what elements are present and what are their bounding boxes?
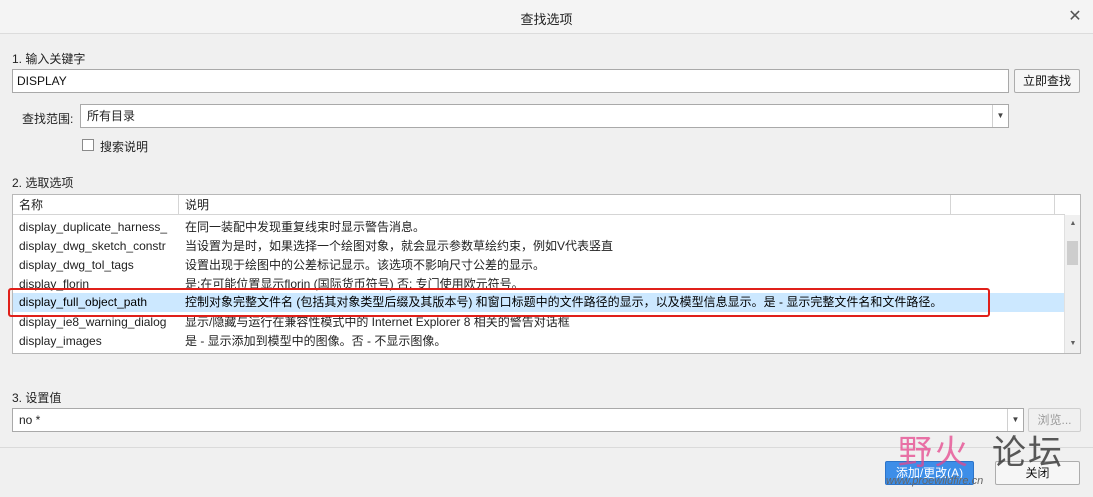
- options-table[interactable]: 名称 说明 display_duplicate_harness_ 在同一装配中发…: [12, 194, 1081, 354]
- scroll-thumb[interactable]: [1067, 241, 1078, 265]
- search-desc-label: 搜索说明: [100, 140, 149, 154]
- option-desc: 设置出现于绘图中的公差标记显示。该选项不影响尺寸公差的显示。: [185, 258, 546, 272]
- vertical-scrollbar[interactable]: ▲ ▼: [1064, 215, 1080, 353]
- value-select[interactable]: no * ▼: [12, 408, 1024, 432]
- add-change-button[interactable]: 添加/更改(A): [885, 461, 974, 485]
- find-now-button[interactable]: 立即查找: [1014, 69, 1080, 93]
- step2-label: 2. 选取选项: [12, 176, 74, 190]
- close-icon[interactable]: ✕: [1065, 7, 1085, 27]
- window-title: 查找选项: [520, 12, 573, 27]
- scroll-up-icon[interactable]: ▲: [1065, 217, 1080, 231]
- option-desc: 是 - 显示添加到模型中的图像。否 - 不显示图像。: [185, 334, 447, 348]
- option-desc: 当设置为是时，如果选择一个绘图对象，就会显示参数草绘约束，例如V代表竖直: [185, 239, 614, 253]
- option-name: display_dwg_sketch_constr: [19, 239, 166, 253]
- table-row[interactable]: display_dwg_tol_tags 设置出现于绘图中的公差标记显示。该选项…: [13, 256, 1065, 275]
- footer-divider: [0, 447, 1093, 448]
- title-bar: 查找选项 ✕: [0, 0, 1093, 34]
- option-name: display_dwg_tol_tags: [19, 258, 134, 272]
- table-row[interactable]: display_duplicate_harness_ 在同一装配中发现重复线束时…: [13, 218, 1065, 237]
- scope-value: 所有目录: [87, 109, 136, 123]
- column-header-extra: [951, 195, 1055, 215]
- scope-select[interactable]: 所有目录 ▼: [80, 104, 1009, 128]
- step1-label: 1. 输入关键字: [12, 52, 86, 66]
- close-button[interactable]: 关闭: [995, 461, 1080, 485]
- table-row[interactable]: display_dwg_sketch_constr 当设置为是时，如果选择一个绘…: [13, 237, 1065, 256]
- search-desc-checkbox[interactable]: [82, 139, 94, 151]
- browse-button[interactable]: 浏览...: [1028, 408, 1081, 432]
- chevron-down-icon[interactable]: ▼: [992, 105, 1008, 127]
- keyword-input[interactable]: DISPLAY: [12, 69, 1009, 93]
- column-header-name[interactable]: 名称: [13, 195, 179, 215]
- scope-label: 查找范围:: [22, 112, 74, 126]
- scroll-down-icon[interactable]: ▼: [1065, 337, 1080, 351]
- table-row[interactable]: display_images 是 - 显示添加到模型中的图像。否 - 不显示图像…: [13, 332, 1065, 351]
- highlight-annotation: [8, 288, 990, 317]
- column-header-desc[interactable]: 说明: [179, 195, 951, 215]
- option-name: display_duplicate_harness_: [19, 220, 168, 234]
- step3-label: 3. 设置值: [12, 391, 62, 405]
- table-header: 名称 说明: [13, 195, 1065, 215]
- option-name: display_images: [19, 334, 102, 348]
- option-desc: 在同一装配中发现重复线束时显示警告消息。: [185, 220, 426, 234]
- value-current: no *: [19, 413, 41, 427]
- chevron-down-icon[interactable]: ▼: [1007, 409, 1023, 431]
